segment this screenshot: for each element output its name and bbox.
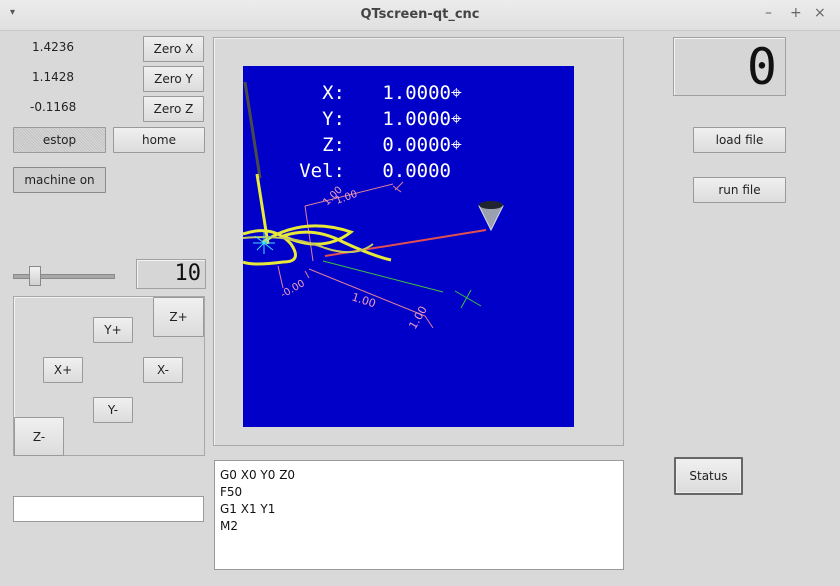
dro-value: 1.0000 [382, 82, 451, 104]
jog-z-minus-button[interactable]: Z- [14, 417, 64, 456]
jog-y-minus-button[interactable]: Y- [93, 397, 133, 423]
dro-axis-label: X: [322, 82, 345, 104]
dro-overlay: X: 1.0000 ⌖ Y: 1.0000 ⌖ Z: 0.0000 ⌖ Vel: 0.0000 [287, 80, 465, 184]
title-bar: ▾ QTscreen-qt_cnc – + × [0, 0, 840, 31]
jog-rate-display: 10 [136, 259, 206, 289]
x-position-label: 1.4236 [32, 40, 74, 54]
jog-x-plus-button[interactable]: X+ [43, 357, 83, 383]
dim-line [308, 268, 426, 317]
estop-button[interactable]: estop [13, 127, 106, 153]
status-button[interactable]: Status [674, 457, 743, 495]
dim-line [424, 315, 434, 329]
dro-value: 0.0000 [382, 134, 451, 156]
gcode-line: M2 [220, 519, 238, 533]
z-position-label: -0.1168 [30, 100, 77, 114]
dro-axis-label: Y: [322, 108, 345, 130]
zero-z-button[interactable]: Zero Z [143, 96, 204, 122]
homed-icon: ⌖ [451, 82, 462, 104]
jog-y-plus-button[interactable]: Y+ [93, 317, 133, 343]
load-file-button[interactable]: load file [693, 127, 786, 153]
maximize-icon[interactable]: + [790, 5, 802, 21]
zero-x-button[interactable]: Zero X [143, 36, 204, 62]
gcode-line: G0 X0 Y0 Z0 [220, 468, 296, 482]
slider-handle[interactable] [29, 266, 41, 286]
tool-top [479, 201, 503, 209]
dro-value: 1.0000 [382, 108, 451, 130]
dro-value: 0.0000 [382, 160, 451, 182]
jog-x-minus-button[interactable]: X- [143, 357, 183, 383]
homed-icon [451, 158, 465, 184]
run-file-button[interactable]: run file [693, 177, 786, 203]
dim-line [304, 270, 310, 279]
counter-display: 0 [673, 37, 786, 96]
dro-row: Vel: 0.0000 [287, 158, 465, 184]
dro-row: Z: 0.0000 ⌖ [287, 132, 465, 158]
zero-y-button[interactable]: Zero Y [143, 66, 204, 92]
homed-icon: ⌖ [451, 134, 462, 156]
dro-axis-label: Vel: [299, 160, 345, 182]
gcode-display[interactable]: G0 X0 Y0 Z0 F50 G1 X1 Y1 M2 [214, 460, 624, 570]
spindle-line [243, 81, 262, 179]
jog-rate-slider[interactable] [13, 266, 115, 286]
toolpath-segment [255, 173, 270, 245]
x-marker [454, 290, 482, 307]
dim-line [277, 265, 284, 289]
window-title: QTscreen-qt_cnc [360, 7, 480, 22]
dro-axis-label: Z: [322, 134, 345, 156]
jog-z-plus-button[interactable]: Z+ [153, 297, 204, 337]
toolpath-viewport[interactable]: 1.00 1.00 -0.00 1.00 1.00 X: 1.0000 ⌖ Y: 1.0… [243, 66, 574, 427]
mdi-input[interactable] [13, 496, 204, 522]
gcode-line: F50 [220, 485, 243, 499]
minimize-icon[interactable]: – [765, 5, 772, 21]
home-button[interactable]: home [113, 127, 205, 153]
dro-row: X: 1.0000 ⌖ [287, 80, 465, 106]
dim-label: -0.00 [279, 278, 307, 300]
dim-label: 1.00 [350, 290, 377, 310]
y-position-label: 1.1428 [32, 70, 74, 84]
close-icon[interactable]: × [814, 5, 826, 21]
machine-on-button[interactable]: machine on [13, 167, 106, 193]
dro-row: Y: 1.0000 ⌖ [287, 106, 465, 132]
homed-icon: ⌖ [451, 108, 462, 130]
tool-cone [478, 205, 504, 232]
gcode-line: G1 X1 Y1 [220, 502, 276, 516]
y-axis-mark [392, 185, 402, 193]
x-axis-line [322, 260, 444, 293]
